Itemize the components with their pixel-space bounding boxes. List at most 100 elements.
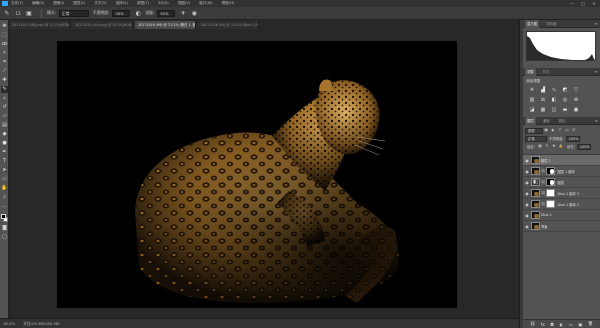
- layer-mask-thumbnail[interactable]: [546, 200, 556, 208]
- levels-icon[interactable]: ▟: [539, 87, 547, 94]
- marquee-tool-icon[interactable]: ⬚: [1, 32, 8, 39]
- tab-styles[interactable]: 样式: [541, 68, 552, 76]
- menu-filter[interactable]: 滤镜(T): [137, 0, 149, 7]
- zoom-tool-icon[interactable]: ⌕: [1, 194, 8, 201]
- menu-edit[interactable]: 编辑(E): [32, 0, 44, 7]
- brush-tool-icon[interactable]: ✎: [1, 86, 8, 93]
- pressure-size-icon[interactable]: ◉: [190, 9, 198, 17]
- dodge-tool-icon[interactable]: ●: [1, 140, 8, 147]
- menu-file[interactable]: 文件(F): [11, 0, 23, 7]
- visibility-eye-icon[interactable]: ◉: [524, 202, 530, 207]
- eraser-tool-icon[interactable]: ▱: [1, 113, 8, 120]
- filter-pixel-icon[interactable]: ▣: [543, 128, 549, 133]
- eyedropper-tool-icon[interactable]: ⟋: [1, 68, 8, 75]
- tab-paths[interactable]: 路径: [557, 117, 568, 125]
- tab-navigator[interactable]: 导航器: [544, 20, 558, 28]
- tab-layers[interactable]: 图层: [525, 116, 536, 125]
- layer-fill-field[interactable]: 100%: [576, 143, 591, 150]
- layer-mask-thumbnail[interactable]: [546, 167, 556, 175]
- layer-row[interactable]: ◉ ⛓ 图层 1 副本: [523, 166, 600, 177]
- visibility-eye-icon[interactable]: ◉: [524, 213, 530, 218]
- brush-tool-icon[interactable]: ✎: [3, 9, 11, 17]
- quick-mask-icon[interactable]: ◙: [1, 225, 8, 232]
- opacity-field[interactable]: 30%: [112, 9, 131, 17]
- brightness-icon[interactable]: ☀: [528, 87, 536, 94]
- flow-field[interactable]: 50%: [157, 9, 176, 17]
- menu-select[interactable]: 选择(S): [116, 0, 128, 7]
- foreground-color-swatch[interactable]: [1, 214, 6, 219]
- layer-row[interactable]: ◉ 图层 1: [523, 155, 600, 166]
- layer-row[interactable]: ◉ ⛓ Dino 1 副本 3: [523, 188, 600, 199]
- vibrance-icon[interactable]: ▽: [572, 87, 580, 94]
- hue-saturation-icon[interactable]: ▥: [528, 97, 536, 104]
- brush-size-picker[interactable]: 13: [14, 9, 22, 17]
- filter-type-icon[interactable]: T: [557, 128, 563, 133]
- brush-panel-icon[interactable]: ▣: [25, 9, 33, 17]
- zoom-level[interactable]: 16.5%: [3, 321, 15, 326]
- menu-layer[interactable]: 图层(L): [73, 0, 85, 7]
- color-balance-icon[interactable]: ⚖: [539, 97, 547, 104]
- delete-layer-icon[interactable]: 🗑: [588, 321, 593, 327]
- lasso-tool-icon[interactable]: ꝏ: [1, 41, 8, 48]
- menu-3d[interactable]: 3D(D): [158, 0, 169, 7]
- tab-channels[interactable]: 通道: [541, 117, 552, 125]
- layer-style-icon[interactable]: fx: [541, 322, 545, 327]
- posterize-icon[interactable]: ▦: [539, 107, 547, 114]
- filter-shape-icon[interactable]: ▭: [564, 128, 570, 133]
- panel-menu-icon[interactable]: ≡: [595, 21, 598, 26]
- type-tool-icon[interactable]: T: [1, 158, 8, 165]
- panel-menu-icon[interactable]: ≡: [595, 118, 598, 123]
- lock-transparent-icon[interactable]: ▦: [537, 144, 543, 149]
- curves-icon[interactable]: ∿: [550, 87, 558, 94]
- visibility-eye-icon[interactable]: ◉: [524, 158, 530, 163]
- menu-window[interactable]: 窗口(W): [199, 0, 213, 7]
- tab-adjustments[interactable]: 调整: [525, 67, 536, 76]
- canvas-area[interactable]: [9, 29, 519, 318]
- layer-row[interactable]: ◉ Dino 1: [523, 210, 600, 221]
- menu-type[interactable]: 文字(Y): [94, 0, 106, 7]
- lock-position-icon[interactable]: ✥: [551, 144, 557, 149]
- layer-kind-filter[interactable]: 类型: [525, 127, 543, 134]
- history-brush-tool-icon[interactable]: ↺: [1, 104, 8, 111]
- invert-icon[interactable]: ◪: [528, 107, 536, 114]
- crop-tool-icon[interactable]: ⌗: [1, 59, 8, 66]
- close-button[interactable]: ✕: [590, 1, 598, 6]
- hand-tool-icon[interactable]: ✋: [1, 185, 8, 192]
- document-canvas[interactable]: [57, 41, 457, 308]
- menu-help[interactable]: 帮助(H): [222, 0, 235, 7]
- screen-mode-icon[interactable]: ▢: [1, 234, 8, 241]
- healing-tool-icon[interactable]: ✚: [1, 77, 8, 84]
- black-white-icon[interactable]: ◧: [550, 97, 558, 104]
- layer-mask-thumbnail[interactable]: [546, 189, 556, 197]
- filter-smart-icon[interactable]: ⊡: [571, 128, 577, 133]
- menu-image[interactable]: 图像(I): [53, 0, 64, 7]
- filter-adjust-icon[interactable]: ◐: [550, 128, 556, 133]
- lock-all-icon[interactable]: 🔒: [558, 144, 564, 149]
- photo-filter-icon[interactable]: ◎: [561, 97, 569, 104]
- tab-histogram[interactable]: 直方图: [525, 19, 540, 28]
- gradient-tool-icon[interactable]: ▤: [1, 122, 8, 129]
- blur-tool-icon[interactable]: ◆: [1, 131, 8, 138]
- visibility-eye-icon[interactable]: ◉: [524, 191, 530, 196]
- document-tab-active[interactable]: 20171016 (99) @ 21.2% (黑白 1, 图层蒙版/8)×: [135, 21, 196, 29]
- visibility-eye-icon[interactable]: ◉: [524, 224, 530, 229]
- minimize-button[interactable]: —: [568, 1, 576, 6]
- maximize-button[interactable]: □: [579, 1, 587, 6]
- document-tab[interactable]: 20171014 (98.png) @ 11.7%(RGB/8)×: [9, 21, 70, 29]
- visibility-eye-icon[interactable]: ◉: [524, 169, 530, 174]
- panel-menu-icon[interactable]: ≡: [595, 69, 598, 74]
- path-select-tool-icon[interactable]: ➤: [1, 167, 8, 174]
- document-tab[interactable]: 20171016 (99) @ 12.4% (Dino 1) ×: [198, 21, 259, 29]
- visibility-eye-icon[interactable]: ◉: [524, 180, 530, 185]
- mode-select[interactable]: 正常: [58, 9, 89, 17]
- more-tools-icon[interactable]: …: [1, 203, 8, 210]
- close-tab-icon[interactable]: ×: [256, 21, 258, 29]
- shape-tool-icon[interactable]: ▭: [1, 176, 8, 183]
- lock-pixels-icon[interactable]: ✎: [544, 144, 550, 149]
- layer-row[interactable]: ◉ ⛓ Dino 1 副本 2: [523, 199, 600, 210]
- airbrush-icon[interactable]: ✈: [179, 9, 187, 17]
- add-mask-icon[interactable]: ◘: [550, 322, 553, 327]
- layer-row[interactable]: ◉ ◧ ⛓ 图层: [523, 177, 600, 188]
- selective-color-icon[interactable]: ▣: [572, 107, 580, 114]
- pen-tool-icon[interactable]: ✒: [1, 149, 8, 156]
